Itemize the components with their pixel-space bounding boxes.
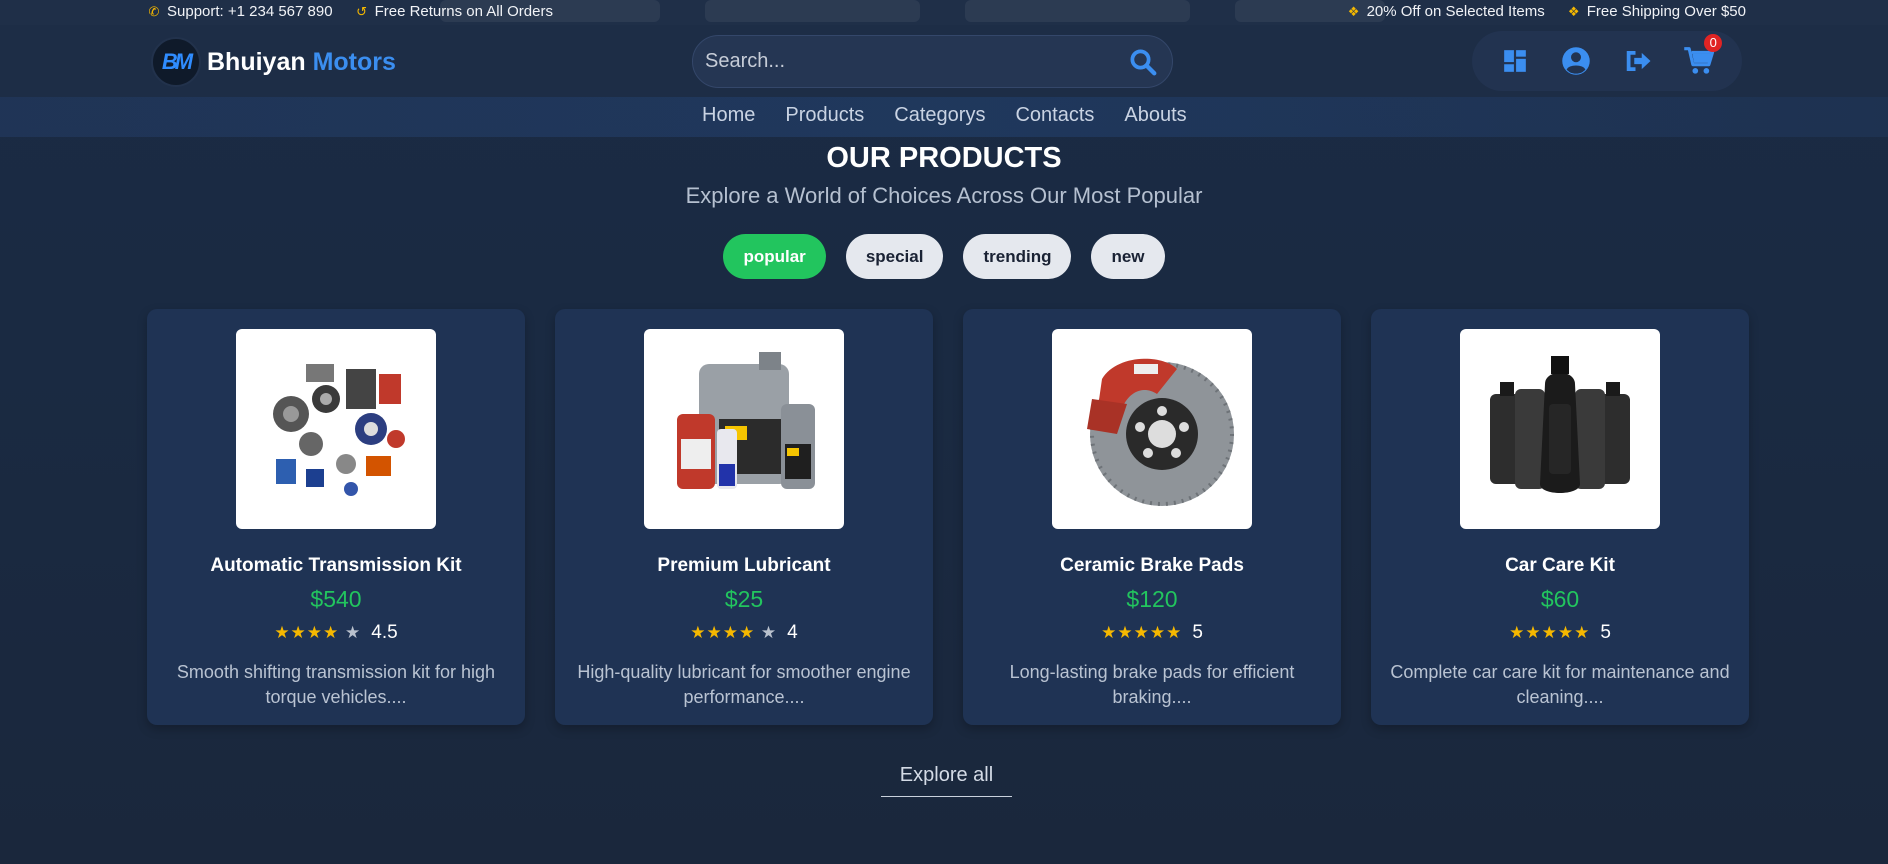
tag-icon: ❖: [1347, 3, 1360, 19]
product-name[interactable]: Car Care Kit: [1505, 555, 1615, 577]
tab-trending[interactable]: trending: [963, 234, 1072, 279]
product-card[interactable]: Premium Lubricant $25 ★★★★ ★ 4 High-qual…: [555, 309, 933, 725]
search-icon: [1130, 49, 1157, 75]
product-name[interactable]: Automatic Transmission Kit: [210, 555, 461, 577]
product-grid: Automatic Transmission Kit $540 ★★★★ ★ 4…: [147, 309, 1749, 725]
brand-logo[interactable]: BM Bhuiyan Motors: [151, 37, 396, 87]
nav-products[interactable]: Products: [785, 104, 864, 127]
logo-badge: BM: [151, 37, 201, 87]
car-care-bottles-image: [1490, 356, 1630, 493]
blurred-banner: [965, 0, 1190, 22]
user-circle-icon: [1562, 47, 1590, 75]
star-rating-icon: ★★★★ ★: [274, 623, 362, 642]
brake-disc-image: [1087, 358, 1234, 506]
product-card[interactable]: Automatic Transmission Kit $540 ★★★★ ★ 4…: [147, 309, 525, 725]
top-announcement-bar: ✆ Support: +1 234 567 890 ↺ Free Returns…: [0, 0, 1888, 25]
product-card[interactable]: Ceramic Brake Pads $120 ★★★★★ 5 Long-las…: [963, 309, 1341, 725]
search-bar: [692, 35, 1173, 88]
support-info: ✆ Support: +1 234 567 890: [148, 3, 333, 20]
section-title: OUR PRODUCTS: [826, 142, 1062, 174]
product-rating: ★★★★★ 5: [1101, 622, 1203, 644]
rating-value: 4.5: [371, 622, 398, 643]
tab-new[interactable]: new: [1091, 234, 1165, 279]
main-nav: Home Products Categorys Contacts Abouts: [702, 104, 1187, 127]
header-actions: 0: [1472, 31, 1742, 91]
nav-categorys[interactable]: Categorys: [894, 104, 985, 127]
search-input[interactable]: [705, 50, 1126, 73]
logout-icon: [1626, 51, 1651, 71]
nav-home[interactable]: Home: [702, 104, 755, 127]
star-rating-icon: ★★★★★: [1509, 623, 1591, 642]
nav-contacts[interactable]: Contacts: [1015, 104, 1094, 127]
product-price: $540: [310, 586, 362, 612]
transmission-parts-image: [273, 364, 405, 496]
cart-count-badge: 0: [1704, 34, 1723, 52]
product-image[interactable]: [236, 329, 436, 529]
nav-abouts[interactable]: Abouts: [1124, 104, 1186, 127]
cart-button[interactable]: 0: [1682, 34, 1723, 78]
logout-button[interactable]: [1621, 44, 1655, 78]
discount-info: ❖ 20% Off on Selected Items: [1347, 3, 1545, 20]
product-description: Long-lasting brake pads for efficient br…: [1009, 662, 1295, 707]
product-rating: ★★★★★ 5: [1509, 622, 1611, 644]
tag-icon: ❖: [1567, 3, 1580, 19]
dashboard-icon: [1503, 50, 1526, 72]
phone-icon: ✆: [148, 3, 160, 19]
rating-value: 5: [1600, 622, 1611, 643]
star-rating-icon: ★★★★ ★: [690, 623, 778, 642]
product-rating: ★★★★ ★ 4.5: [274, 622, 397, 644]
product-description: High-quality lubricant for smoother engi…: [577, 662, 911, 707]
tab-popular[interactable]: popular: [723, 234, 826, 279]
product-image[interactable]: [1052, 329, 1252, 529]
product-image[interactable]: [644, 329, 844, 529]
rating-value: 4: [787, 622, 798, 643]
blurred-banner: [705, 0, 920, 22]
product-name[interactable]: Ceramic Brake Pads: [1060, 555, 1244, 577]
section-subtitle: Explore a World of Choices Across Our Mo…: [685, 183, 1203, 208]
shipping-info: ❖ Free Shipping Over $50: [1567, 3, 1746, 20]
product-price: $60: [1540, 586, 1580, 612]
product-image[interactable]: [1460, 329, 1660, 529]
product-description: Smooth shifting transmission kit for hig…: [176, 662, 496, 707]
product-description: Complete car care kit for maintenance an…: [1390, 662, 1730, 707]
product-name[interactable]: Premium Lubricant: [657, 555, 830, 577]
brand-name: Bhuiyan Motors: [207, 47, 396, 76]
search-button[interactable]: [1126, 45, 1160, 79]
star-rating-icon: ★★★★★: [1101, 623, 1183, 642]
returns-info: ↺ Free Returns on All Orders: [356, 3, 553, 20]
site-header: BM Bhuiyan Motors Search... 0: [0, 25, 1888, 97]
dashboard-button[interactable]: [1498, 44, 1532, 78]
product-price: $25: [724, 586, 764, 612]
lubricant-bottles-image: [677, 352, 815, 489]
tab-special[interactable]: special: [845, 234, 944, 279]
undo-icon: ↺: [356, 3, 368, 19]
product-filter-tabs: popular special trending new: [0, 234, 1888, 279]
product-card[interactable]: Car Care Kit $60 ★★★★★ 5 Complete car ca…: [1371, 309, 1749, 725]
rating-value: 5: [1192, 622, 1203, 643]
account-button[interactable]: [1559, 44, 1593, 78]
product-rating: ★★★★ ★ 4: [690, 622, 798, 644]
product-price: $120: [1126, 586, 1178, 612]
explore-all-button[interactable]: Explore all: [881, 755, 1012, 797]
